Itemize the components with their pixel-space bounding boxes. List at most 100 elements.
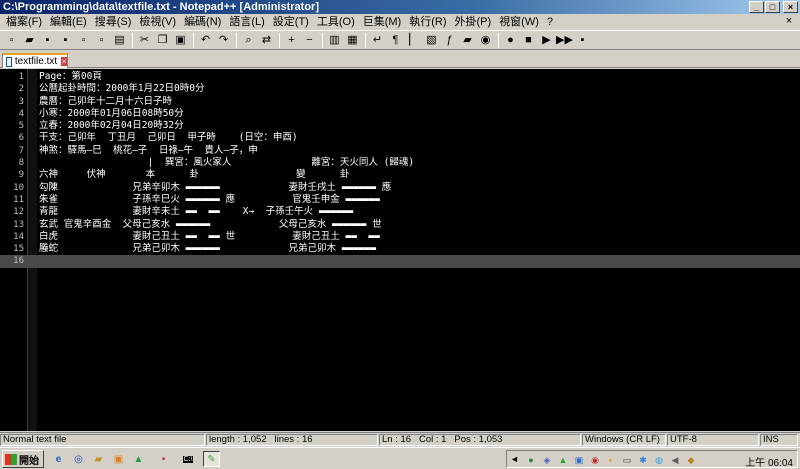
close-document-button[interactable]: ×	[782, 15, 796, 28]
editor-line[interactable]: 2 公曆起卦時間：2000年1月22日0時0分	[0, 83, 800, 95]
editor-line[interactable]: 11 朱雀 子孫辛巳火 ▬▬▬▬▬▬ 應 官鬼壬申金 ▬▬▬▬▬▬	[0, 194, 800, 206]
app-icon-red[interactable]: ▪	[155, 451, 172, 467]
menu-view[interactable]: 檢視(V)	[135, 14, 180, 30]
editor-line[interactable]: 4 小寒：2000年01月06日08時50分	[0, 108, 800, 120]
folder-workspace-icon[interactable]: ▰	[459, 32, 476, 48]
tray-network-icon[interactable]: ●	[525, 454, 537, 466]
tray-ime-icon[interactable]: ◆	[685, 454, 697, 466]
editor-line[interactable]: 6 干支：己卯年 丁丑月 己卯日 甲子時 (日空：申酉)	[0, 132, 800, 144]
tab-close-icon[interactable]: ×	[61, 57, 67, 66]
zoom-out-icon[interactable]: −	[301, 32, 318, 48]
status-eol[interactable]: Windows (CR LF)	[582, 434, 666, 446]
replace-icon-glyph: ⇄	[261, 34, 272, 46]
tray-antivirus-icon[interactable]: ◉	[589, 454, 601, 466]
console-icon[interactable]: C:\	[178, 451, 198, 467]
tray-volume-icon[interactable]: ◈	[541, 454, 553, 466]
title-bar[interactable]: C:\Programming\data\textfile.txt - Notep…	[0, 0, 800, 14]
play-multiple-icon[interactable]: ▶▶	[556, 32, 573, 48]
sync-horizontal-icon[interactable]: ▦	[344, 32, 361, 48]
close-window-button[interactable]: ×	[783, 1, 798, 13]
print-icon[interactable]: ▤	[111, 32, 128, 48]
minimize-button[interactable]: _	[749, 1, 764, 13]
record-macro-icon-glyph: ●	[507, 34, 514, 46]
menu-plugins[interactable]: 外掛(P)	[451, 14, 496, 30]
redo-icon-glyph: ↷	[218, 34, 229, 46]
editor-line[interactable]: 1 Page：第00頁	[0, 71, 800, 83]
stop-macro-icon[interactable]: ■	[520, 32, 537, 48]
close-file-icon[interactable]: ▫	[75, 32, 92, 48]
status-encoding[interactable]: UTF-8	[667, 434, 759, 446]
tray-chat-icon[interactable]: ◍	[653, 454, 665, 466]
menu-tools[interactable]: 工具(O)	[313, 14, 359, 30]
menu-macro[interactable]: 巨集(M)	[359, 14, 406, 30]
editor-line[interactable]: 5 立春：2000年02月04日20時32分	[0, 120, 800, 132]
editor-line[interactable]: 7 神煞：驛馬—巳 桃花—子 日祿—午 貴人—子，申	[0, 145, 800, 157]
editor-line[interactable]: 12 青龍 妻財辛未土 ▬▬ ▬▬ X→ 子孫壬午火 ▬▬▬▬▬▬	[0, 206, 800, 218]
tray-expand-icon[interactable]: ◄	[510, 454, 519, 464]
save-macro-icon[interactable]: ▪	[574, 32, 591, 48]
redo-icon[interactable]: ↷	[215, 32, 232, 48]
copy-icon[interactable]: ❐	[154, 32, 171, 48]
toolbar-separator	[132, 32, 133, 48]
editor-line[interactable]: 8 | 巽宮：風火家人 離宮：天火同人 (歸魂)	[0, 157, 800, 169]
tray-display-icon[interactable]: ▭	[621, 454, 633, 466]
status-insert-mode[interactable]: INS	[760, 434, 798, 446]
save-icon[interactable]: ▪	[39, 32, 56, 48]
menu-encoding[interactable]: 編碼(N)	[180, 14, 225, 30]
editor-line[interactable]: 16	[0, 255, 800, 268]
maximize-button[interactable]: □	[765, 1, 780, 13]
sync-vertical-icon[interactable]: ▥	[326, 32, 343, 48]
close-all-icon[interactable]: ▫	[93, 32, 110, 48]
new-file-icon[interactable]: ▫	[3, 32, 20, 48]
indent-guide-icon[interactable]: ▏	[405, 32, 422, 48]
toolbar-separator	[236, 32, 237, 48]
paste-icon[interactable]: ▣	[172, 32, 189, 48]
find-icon[interactable]: ⌕	[240, 32, 257, 48]
editor-line[interactable]: 13 玄武 官鬼辛酉金 父母己亥水 ▬▬▬▬▬▬ 父母己亥水 ▬▬▬▬▬▬ 世	[0, 219, 800, 231]
play-macro-icon[interactable]: ▶	[538, 32, 555, 48]
media-icon[interactable]: ◎	[70, 451, 87, 467]
taskbar-clock[interactable]: 上午 06:04	[745, 454, 793, 469]
open-folder-icon[interactable]: ▰	[21, 32, 38, 48]
show-all-chars-icon[interactable]: ¶	[387, 32, 404, 48]
function-list-icon[interactable]: ƒ	[441, 32, 458, 48]
editor-line[interactable]: 10 勾陳 兄弟辛卯木 ▬▬▬▬▬▬ 妻財壬戌土 ▬▬▬▬▬▬ 應	[0, 182, 800, 194]
menu-window[interactable]: 視窗(W)	[495, 14, 543, 30]
start-button[interactable]: 開始	[2, 450, 44, 468]
editor-line[interactable]: 14 白虎 妻財己丑土 ▬▬ ▬▬ 世 妻財己丑土 ▬▬ ▬▬	[0, 231, 800, 243]
notepad-plus-plus-taskbar-button[interactable]: ✎	[203, 451, 220, 467]
menu-run[interactable]: 執行(R)	[405, 14, 450, 30]
cut-icon[interactable]: ✂	[136, 32, 153, 48]
editor-line[interactable]: 3 農曆：己卯年十二月十六日子時	[0, 96, 800, 108]
app-icon-orange[interactable]: ▣	[110, 451, 127, 467]
editor-line[interactable]: 15 螣蛇 兄弟己卯木 ▬▬▬▬▬▬ 兄弟己卯木 ▬▬▬▬▬▬	[0, 243, 800, 255]
menu-help[interactable]: ?	[543, 14, 557, 30]
tray-update-icon[interactable]: ▣	[573, 454, 585, 466]
monitoring-icon[interactable]: ◉	[477, 32, 494, 48]
doc-map-icon[interactable]: ▧	[423, 32, 440, 48]
line-text: 干支：己卯年 丁丑月 己卯日 甲子時 (日空：申酉)	[39, 132, 298, 144]
editor-area[interactable]: 1 Page：第00頁 2 公曆起卦時間：2000年1月22日0時0分 3 農曆：己卯年十…	[0, 69, 800, 431]
menu-search[interactable]: 搜尋(S)	[91, 14, 136, 30]
tray-speaker-icon[interactable]: ◀	[669, 454, 681, 466]
record-macro-icon[interactable]: ●	[502, 32, 519, 48]
ie-icon[interactable]: e	[50, 451, 67, 467]
tray-bluetooth-icon[interactable]: ✱	[637, 454, 649, 466]
app-icon-green[interactable]: ▲	[130, 451, 147, 467]
explorer-icon[interactable]: ▰	[90, 451, 107, 467]
menu-settings[interactable]: 設定(T)	[269, 14, 313, 30]
replace-icon[interactable]: ⇄	[258, 32, 275, 48]
new-file-icon-glyph: ▫	[9, 34, 14, 46]
monitoring-icon-glyph: ◉	[480, 34, 491, 46]
word-wrap-icon[interactable]: ↵	[369, 32, 386, 48]
menu-file[interactable]: 檔案(F)	[2, 14, 46, 30]
menu-edit[interactable]: 編輯(E)	[46, 14, 91, 30]
tab-textfile[interactable]: textfile.txt ×	[2, 53, 68, 68]
save-all-icon[interactable]: ▪	[57, 32, 74, 48]
undo-icon[interactable]: ↶	[197, 32, 214, 48]
tray-shield-icon[interactable]: ▲	[557, 454, 569, 466]
editor-line[interactable]: 9 六神 伏神 本 卦 變 卦	[0, 169, 800, 181]
tray-power-icon[interactable]: ◐	[605, 454, 617, 466]
menu-language[interactable]: 語言(L)	[225, 14, 268, 30]
zoom-in-icon[interactable]: +	[283, 32, 300, 48]
